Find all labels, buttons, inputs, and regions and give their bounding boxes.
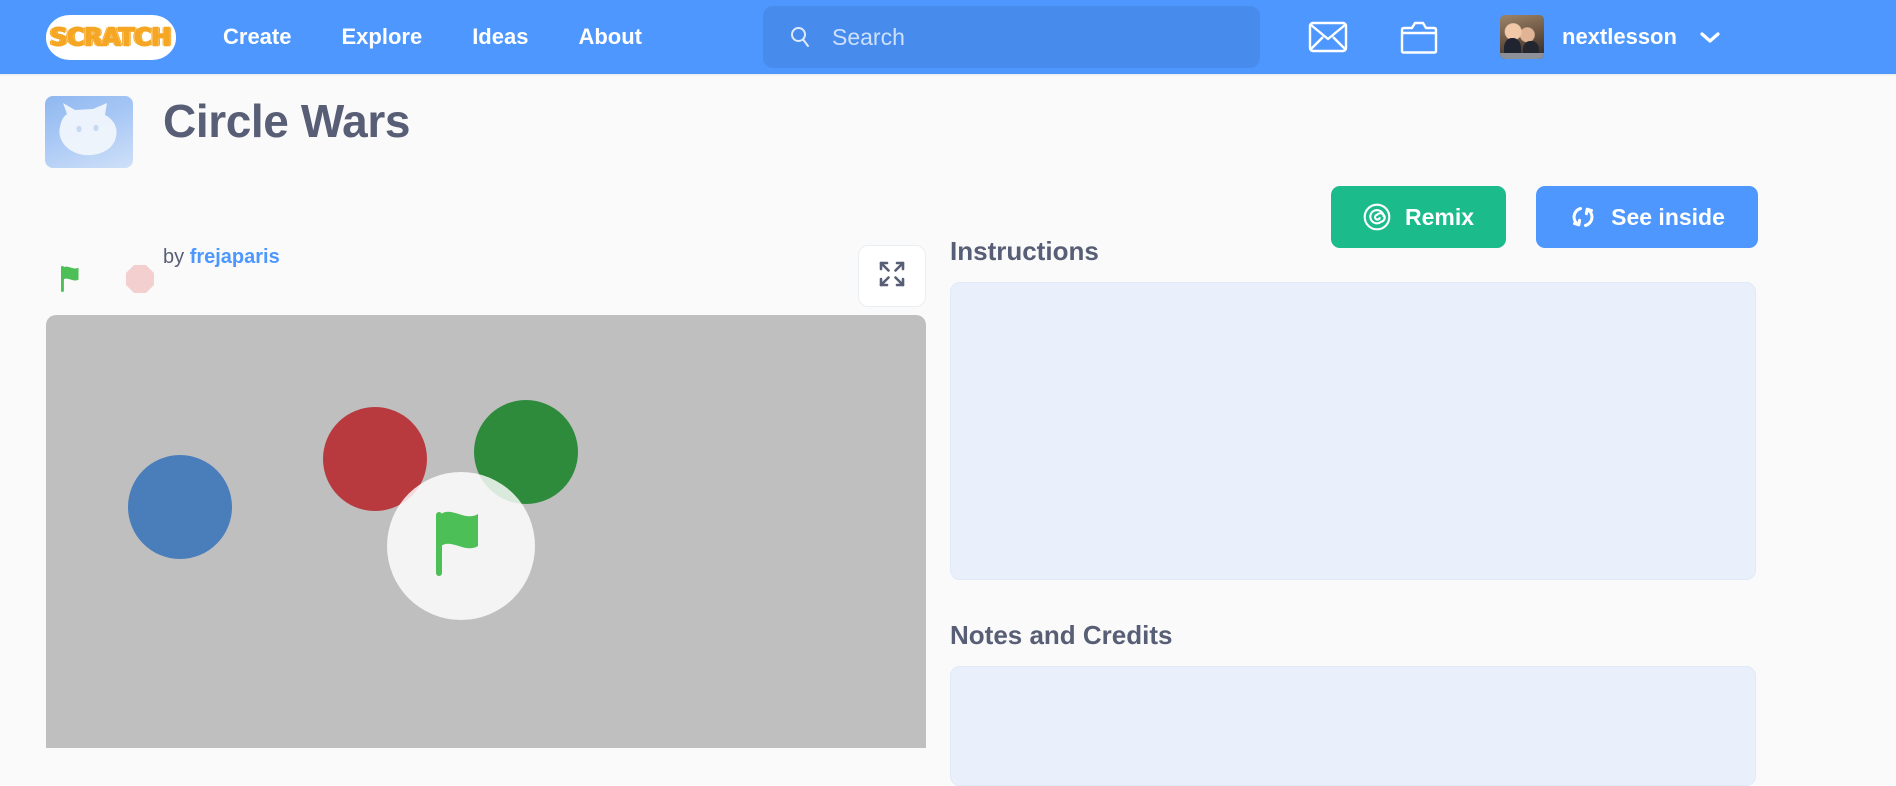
nav-link-about[interactable]: About: [578, 24, 642, 50]
project-thumbnail[interactable]: [45, 96, 133, 168]
chevron-down-icon[interactable]: [1699, 30, 1721, 44]
green-flag-icon: [424, 506, 498, 587]
project-info-panel: Instructions Notes and Credits: [950, 236, 1756, 786]
avatar: [1500, 15, 1544, 59]
notes-and-credits-title: Notes and Credits: [950, 620, 1173, 650]
top-navigation-bar: SCRATCH Create Explore Ideas About Searc…: [0, 0, 1896, 74]
fullscreen-button[interactable]: [858, 245, 926, 307]
remix-button-label: Remix: [1404, 203, 1475, 230]
search-icon: [788, 25, 812, 49]
page-title: Circle Wars: [163, 95, 411, 147]
instructions-textbox[interactable]: [950, 282, 1756, 580]
nav-icon-group: [1308, 0, 1440, 74]
nav-link-create[interactable]: Create: [223, 24, 291, 50]
remix-spiral-icon: [1363, 203, 1391, 231]
notes-and-credits-textbox[interactable]: [950, 666, 1756, 786]
player-controls: [46, 248, 926, 310]
code-brackets-icon: [1569, 203, 1597, 231]
search-box[interactable]: [763, 6, 1260, 68]
search-input[interactable]: [832, 23, 1260, 51]
see-inside-button-label: See inside: [1611, 203, 1725, 230]
expand-arrows-icon: [877, 259, 907, 294]
account-username: nextlesson: [1562, 24, 1677, 49]
messages-envelope-icon[interactable]: [1308, 20, 1348, 54]
stop-button[interactable]: [124, 263, 156, 295]
scratch-logo-text: SCRATCH: [49, 22, 172, 53]
sprite-blue-circle: [128, 455, 232, 559]
instructions-title: Instructions: [950, 236, 1099, 266]
my-stuff-folder-icon[interactable]: [1400, 20, 1440, 54]
click-to-start-overlay[interactable]: [387, 472, 535, 620]
green-flag-button[interactable]: [56, 262, 90, 296]
project-header: Circle Wars by frejaparis Remix See insi…: [0, 74, 1896, 268]
nav-link-explore[interactable]: Explore: [341, 24, 422, 50]
nav-links: Create Explore Ideas About: [223, 24, 692, 50]
scratch-logo[interactable]: SCRATCH: [38, 10, 183, 65]
nav-link-ideas[interactable]: Ideas: [472, 24, 528, 50]
account-menu[interactable]: nextlesson: [1500, 0, 1721, 74]
project-stage[interactable]: [46, 315, 926, 748]
